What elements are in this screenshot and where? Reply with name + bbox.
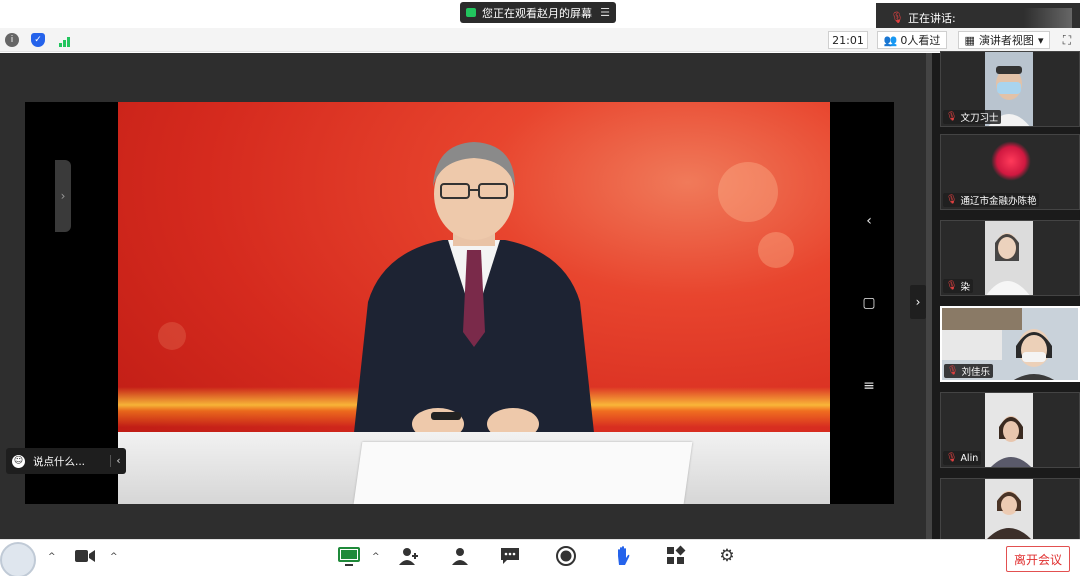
- participants-panel: 🎙 文刀习士 🎙 通辽市金融办陈艳 🎙 染 🎙 刘佳乐 🎙 Alin: [926, 51, 1080, 554]
- participant-name: 染: [960, 282, 970, 293]
- participant-name-tag: 🎙 Alin: [943, 451, 982, 465]
- viewers-label: 0人看过: [900, 34, 941, 47]
- chevron-left-icon[interactable]: ‹: [110, 455, 126, 467]
- share-banner-text: 您正在观看赵月的屏幕: [482, 6, 592, 20]
- info-icon[interactable]: i: [5, 33, 19, 47]
- shared-video-frame: [25, 102, 894, 504]
- chevron-down-icon: ▾: [1037, 33, 1044, 47]
- chevron-left-icon[interactable]: ‹: [861, 213, 877, 229]
- menu-icon[interactable]: ☰: [600, 6, 610, 19]
- add-user-icon[interactable]: [398, 545, 420, 567]
- participants-panel-toggle[interactable]: ›: [910, 285, 926, 319]
- participant-name-tag: 🎙 文刀习士: [943, 110, 1002, 124]
- share-status-icon: [466, 8, 476, 17]
- chat-icon[interactable]: [499, 545, 521, 567]
- bokeh-light: [758, 232, 794, 268]
- leave-meeting-button[interactable]: 离开会议: [1006, 546, 1070, 572]
- chevron-up-icon[interactable]: ^: [110, 552, 118, 562]
- speaker-name-fade: [1024, 8, 1072, 28]
- participants-icon[interactable]: [449, 545, 471, 567]
- participant-tile[interactable]: 🎙 Alin: [940, 392, 1080, 468]
- mic-muted-icon: 🎙: [946, 453, 958, 463]
- participant-tile-active[interactable]: 🎙 刘佳乐: [940, 306, 1080, 382]
- participant-name-tag: 🎙 刘佳乐: [944, 364, 993, 378]
- hand-icon[interactable]: [612, 545, 634, 567]
- mic-muted-icon: 🎙: [946, 281, 958, 291]
- participant-video: [985, 393, 1033, 467]
- bokeh-light: [158, 322, 186, 350]
- chevron-up-icon[interactable]: ^: [372, 552, 380, 562]
- viewers-icon: 👥: [883, 33, 898, 47]
- chat-input-box[interactable]: ☺ 说点什么... ‹: [6, 448, 126, 474]
- view-mode-label: 演讲者视图: [978, 34, 1034, 47]
- shield-icon[interactable]: ✓: [31, 33, 45, 47]
- apps-icon[interactable]: [665, 545, 687, 567]
- participant-video: [985, 221, 1033, 295]
- participant-name-tag: 🎙 通辽市金融办陈艳: [943, 193, 1040, 207]
- bokeh-light: [718, 162, 778, 222]
- square-icon[interactable]: ▢: [861, 295, 877, 311]
- speaker-figure: [353, 142, 595, 442]
- camera-icon[interactable]: [74, 545, 96, 567]
- chat-placeholder[interactable]: 说点什么...: [33, 454, 85, 469]
- meeting-window: 您正在观看赵月的屏幕 ☰ 🎙 正在讲话: i ✓ 21:01 👥 0人看过 ▦ …: [0, 0, 1080, 576]
- signal-icon[interactable]: [57, 33, 71, 47]
- participant-tile[interactable]: 🎙 文刀习士: [940, 51, 1080, 127]
- view-layout-icon: ▦: [964, 33, 975, 47]
- screen-share-banner[interactable]: 您正在观看赵月的屏幕 ☰: [460, 2, 616, 23]
- participant-name: 通辽市金融办陈艳: [960, 196, 1037, 207]
- shared-video: [118, 102, 830, 504]
- participant-tile[interactable]: 🎙 通辽市金融办陈艳: [940, 134, 1080, 210]
- smile-icon[interactable]: ☺: [12, 454, 25, 468]
- avatar[interactable]: [0, 542, 36, 576]
- mic-muted-icon: 🎙: [946, 195, 958, 205]
- viewers-count[interactable]: 👥 0人看过: [877, 31, 947, 49]
- mic-muted-icon: 🎙: [947, 366, 959, 376]
- document-paper: [353, 442, 693, 504]
- menu-lines-icon[interactable]: ≡: [861, 378, 877, 394]
- bottom-toolbar: ^ ^ ^ ⚙ 离开会议: [0, 539, 1080, 576]
- speaking-label: 正在讲话:: [908, 12, 956, 25]
- participant-name: 文刀习士: [960, 113, 999, 124]
- view-mode-select[interactable]: ▦ 演讲者视图 ▾: [958, 31, 1050, 49]
- main-stage: › ‹ ▢ ≡ ☺ 说点什么... ‹: [0, 53, 926, 539]
- participant-name-tag: 🎙 染: [943, 279, 973, 293]
- participant-avatar: [991, 141, 1031, 181]
- share-screen-icon[interactable]: [338, 545, 360, 567]
- mic-muted-icon: 🎙: [890, 11, 904, 24]
- chevron-up-icon[interactable]: ^: [48, 552, 56, 562]
- participant-name: Alin: [960, 452, 979, 464]
- left-collapse-tab[interactable]: ›: [55, 160, 71, 232]
- mic-muted-icon: 🎙: [946, 112, 958, 122]
- participant-name: 刘佳乐: [961, 367, 990, 378]
- record-icon[interactable]: [555, 545, 577, 567]
- participant-tile[interactable]: 🎙 染: [940, 220, 1080, 296]
- settings-icon[interactable]: ⚙: [716, 545, 738, 567]
- meeting-timer: 21:01: [828, 31, 868, 49]
- top-toolbar: i ✓ 21:01 👥 0人看过 ▦ 演讲者视图 ▾ ⛶: [0, 28, 1080, 52]
- fullscreen-icon[interactable]: ⛶: [1060, 33, 1074, 47]
